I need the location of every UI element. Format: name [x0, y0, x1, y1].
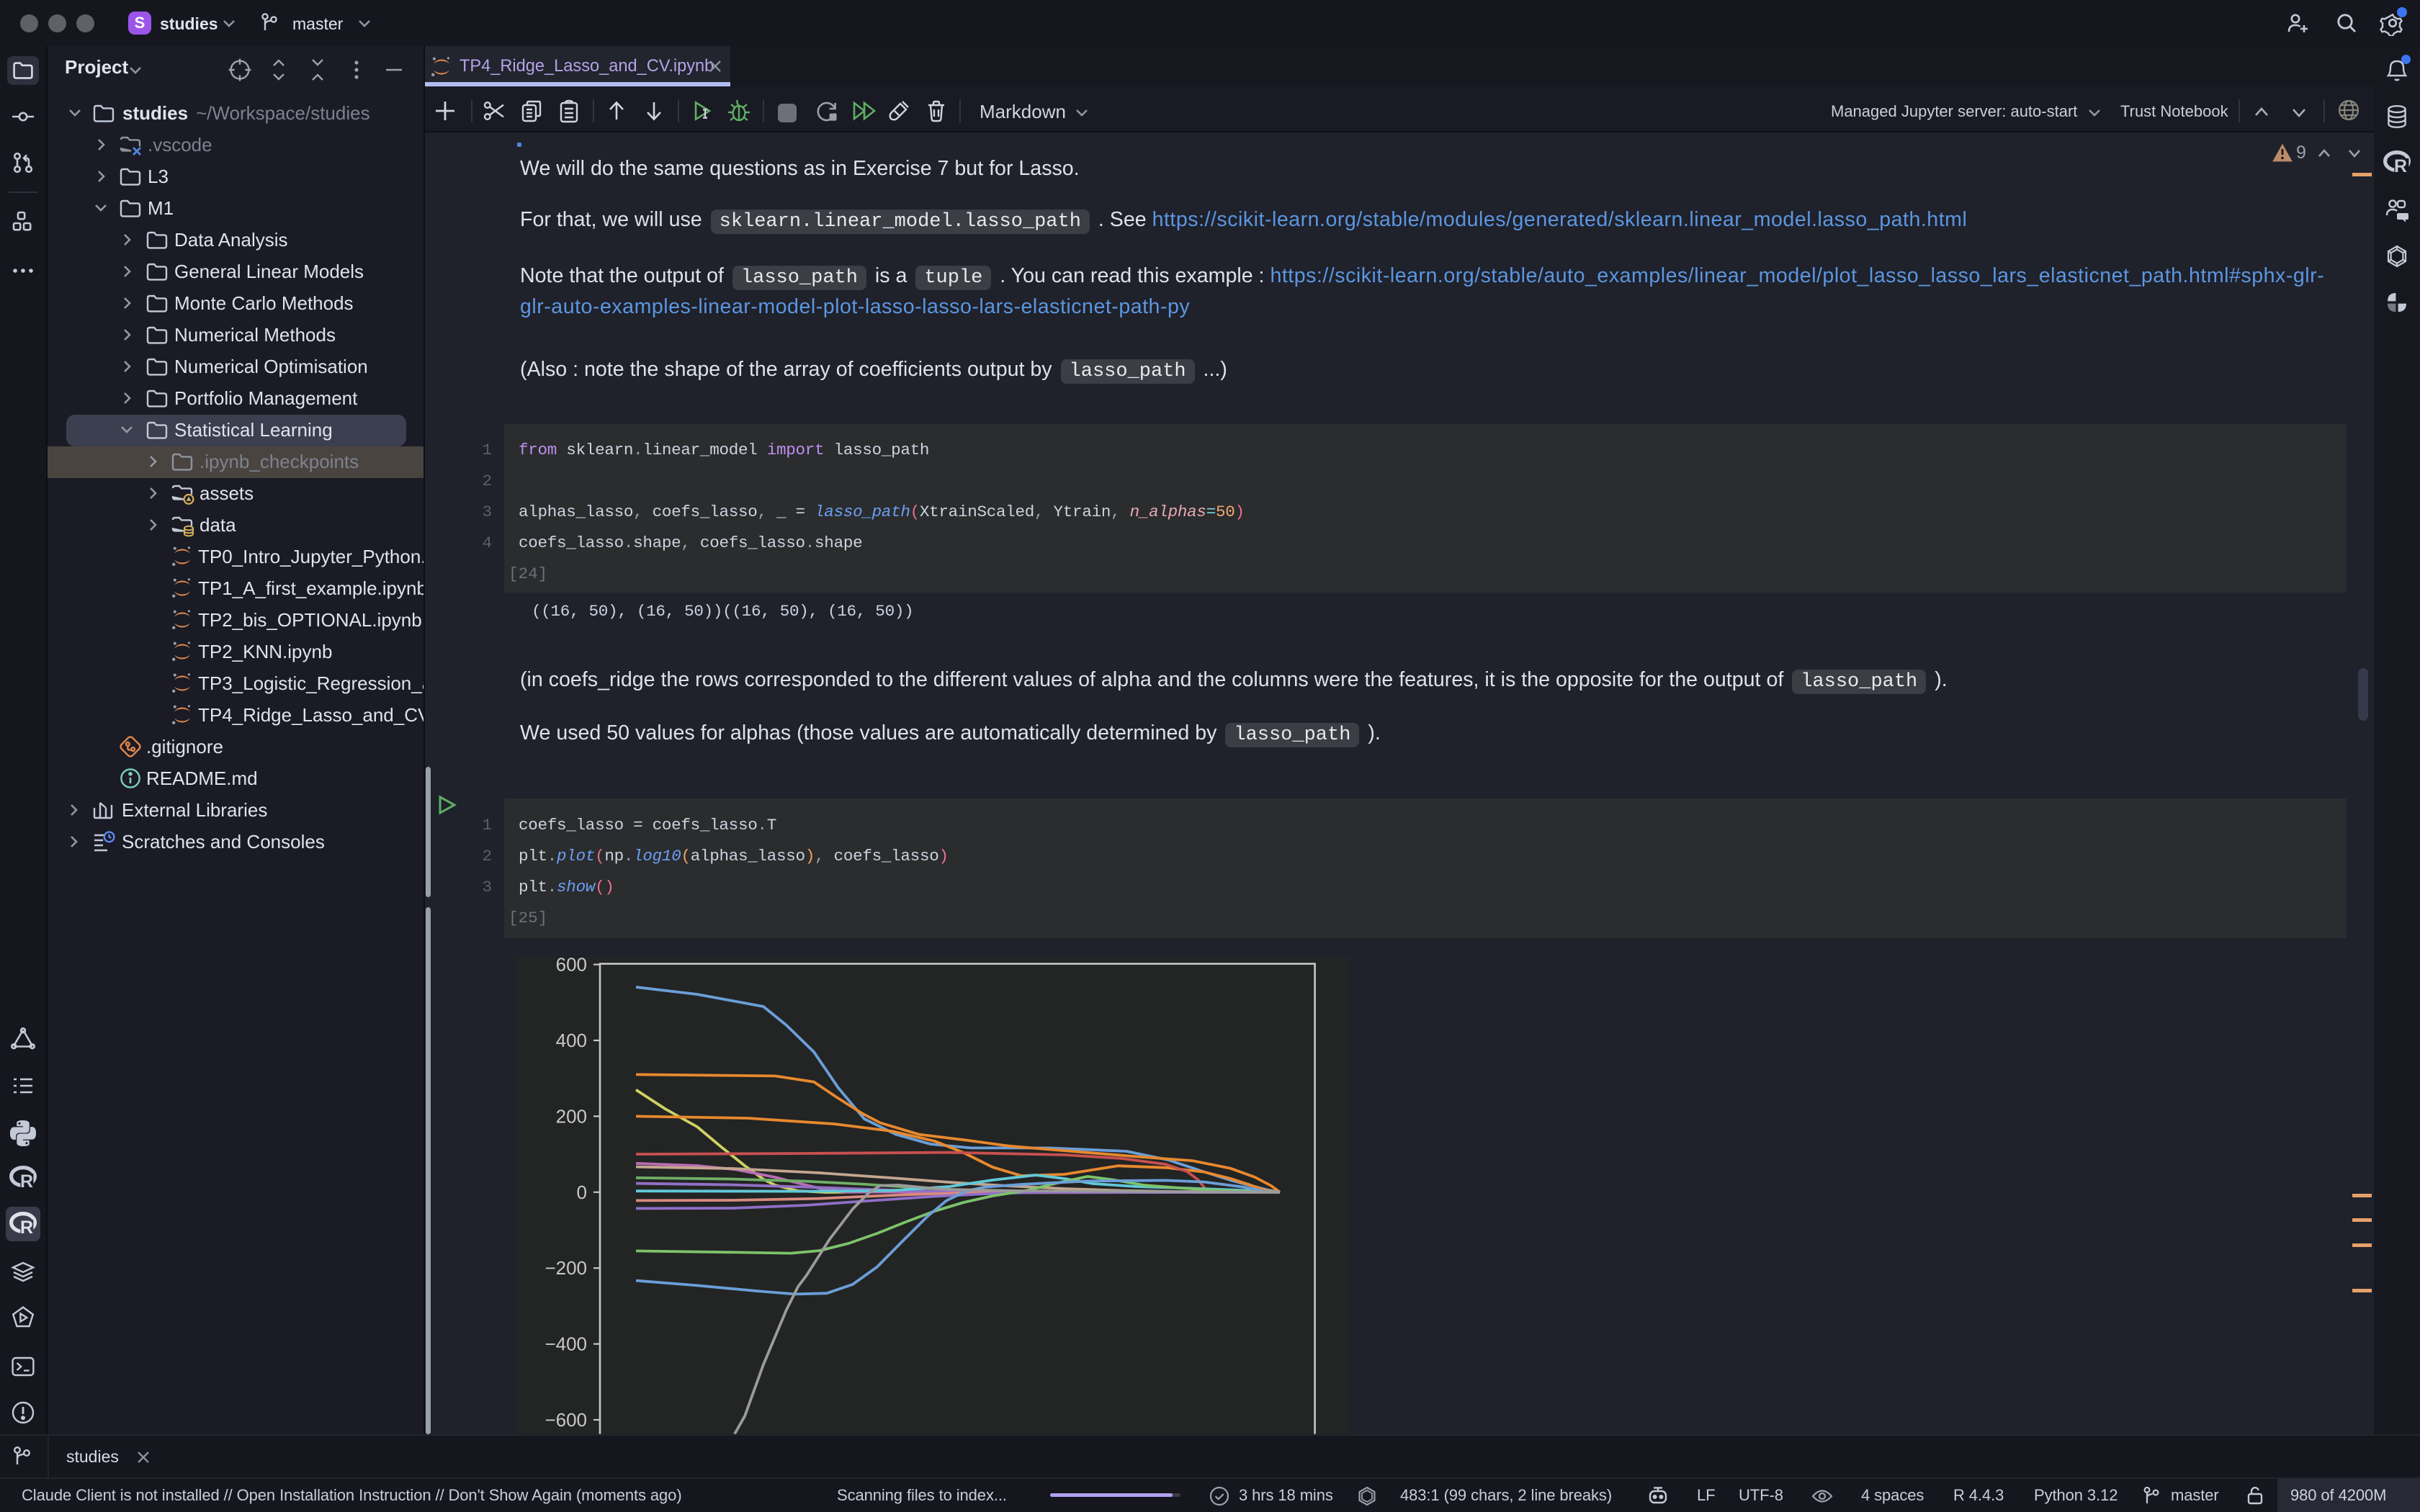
svg-text:200: 200	[556, 1106, 587, 1128]
svg-text:−600: −600	[545, 1409, 588, 1431]
svg-text:0: 0	[577, 1182, 587, 1203]
svg-text:R: R	[20, 1171, 33, 1191]
svg-text:600: 600	[556, 957, 587, 976]
svg-text:−400: −400	[545, 1333, 588, 1355]
svg-text:400: 400	[556, 1030, 587, 1051]
svg-text:R: R	[20, 1218, 33, 1237]
svg-text:−200: −200	[545, 1258, 588, 1279]
svg-text:R: R	[2394, 156, 2407, 176]
